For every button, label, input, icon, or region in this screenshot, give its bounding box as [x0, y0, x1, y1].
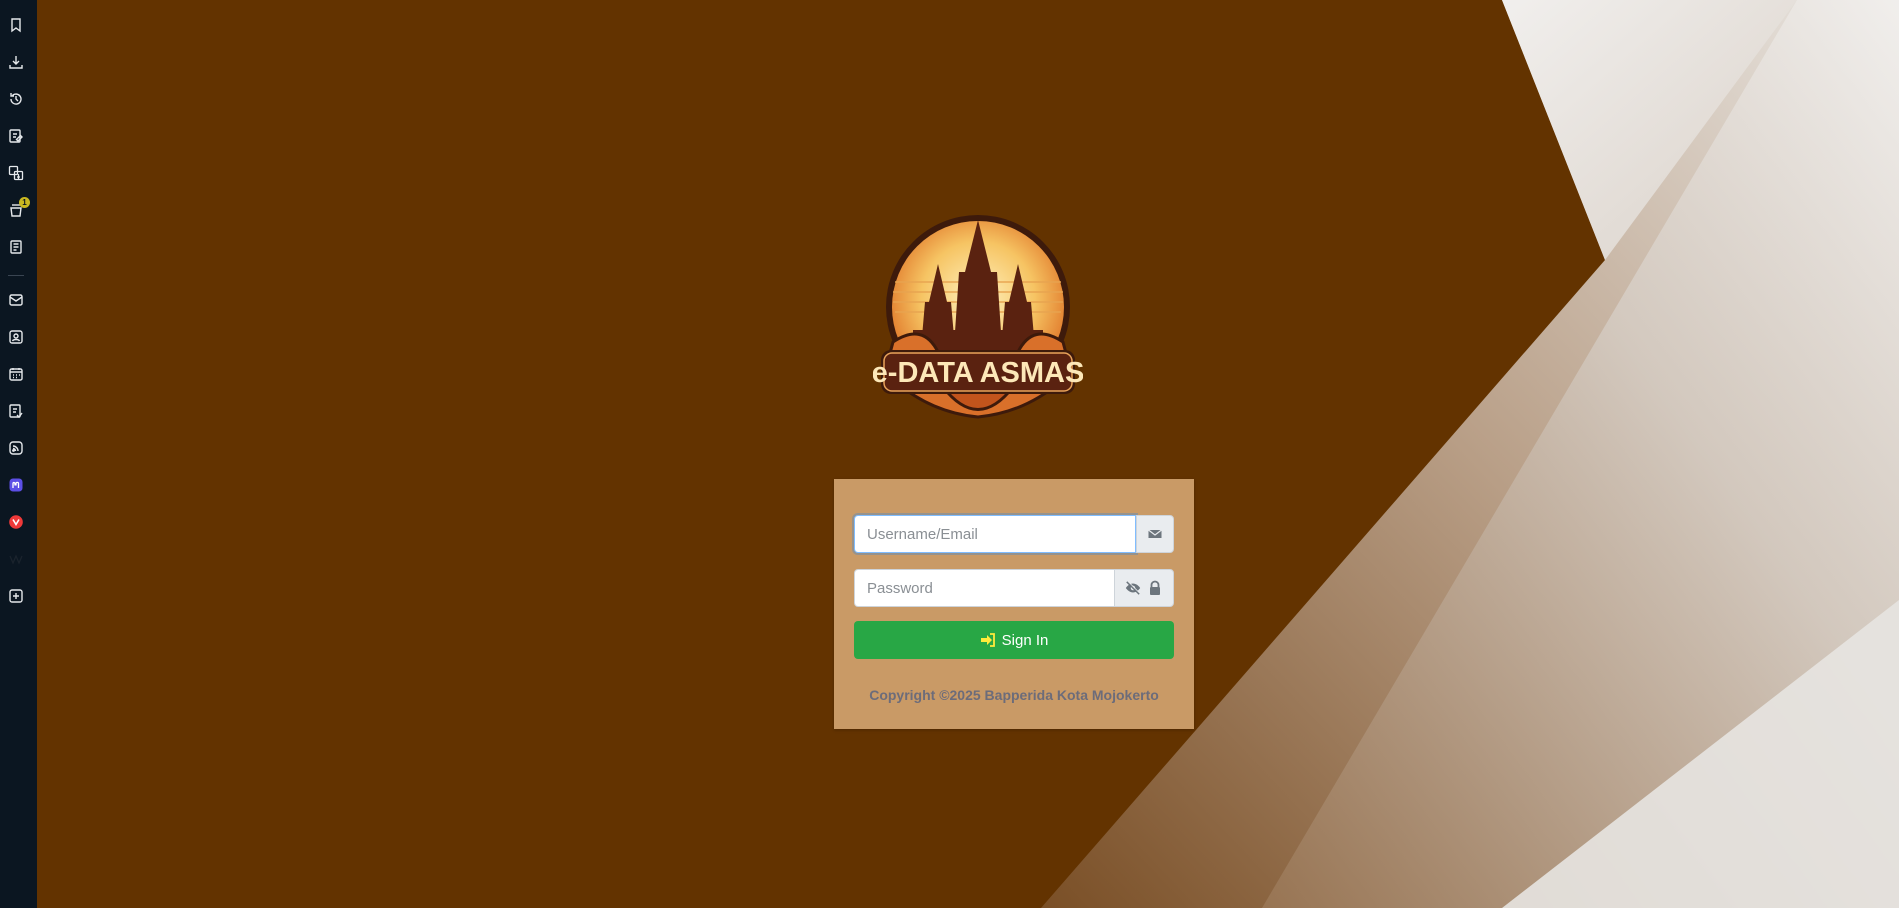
lock-icon: [1150, 580, 1160, 595]
svg-text:e-DATA ASMAS: e-DATA ASMAS: [873, 357, 1083, 389]
tab-stack-badge: 1: [19, 197, 30, 208]
mail-icon[interactable]: [4, 288, 28, 312]
envelope-icon: [1148, 529, 1162, 538]
username-field[interactable]: [854, 515, 1136, 553]
eye-slash-icon[interactable]: [1125, 580, 1141, 596]
username-group: [854, 515, 1174, 553]
reading-list-icon[interactable]: [4, 235, 28, 259]
bookmark-icon[interactable]: [4, 13, 28, 37]
tab-stack-icon[interactable]: 1: [4, 197, 30, 222]
password-addon: [1114, 569, 1174, 607]
password-field[interactable]: [854, 569, 1114, 607]
download-icon[interactable]: [4, 50, 28, 74]
wikipedia-icon[interactable]: [4, 547, 28, 571]
contacts-icon[interactable]: [4, 325, 28, 349]
history-icon[interactable]: [4, 87, 28, 111]
translate-icon[interactable]: [4, 161, 28, 185]
e-data-asmas-logo: e-DATA ASMAS: [873, 215, 1083, 419]
vivaldi-icon[interactable]: [4, 510, 28, 534]
sign-in-icon: [980, 633, 995, 647]
sign-in-label: Sign In: [1001, 631, 1049, 649]
sign-in-button[interactable]: Sign In: [854, 621, 1174, 659]
copyright-text: Copyright ©2025 Bapperida Kota Mojokerto: [869, 687, 1159, 703]
sidebar-separator: [8, 275, 24, 276]
calendar-icon[interactable]: [4, 362, 28, 386]
login-card: Sign In Copyright ©2025 Bapperida Kota M…: [834, 479, 1194, 729]
background-art: [1041, 0, 1899, 908]
notes-icon[interactable]: [4, 124, 28, 148]
browser-sidebar: 1: [0, 0, 37, 908]
add-panel-icon[interactable]: [4, 584, 28, 608]
password-group: [854, 569, 1174, 607]
feed-icon[interactable]: [4, 436, 28, 460]
tasks-icon[interactable]: [4, 399, 28, 423]
mastodon-icon[interactable]: [4, 473, 28, 497]
username-addon: [1136, 515, 1174, 553]
login-page: e-DATA ASMAS Sign In Copyright ©2025 Bap…: [37, 0, 1899, 908]
